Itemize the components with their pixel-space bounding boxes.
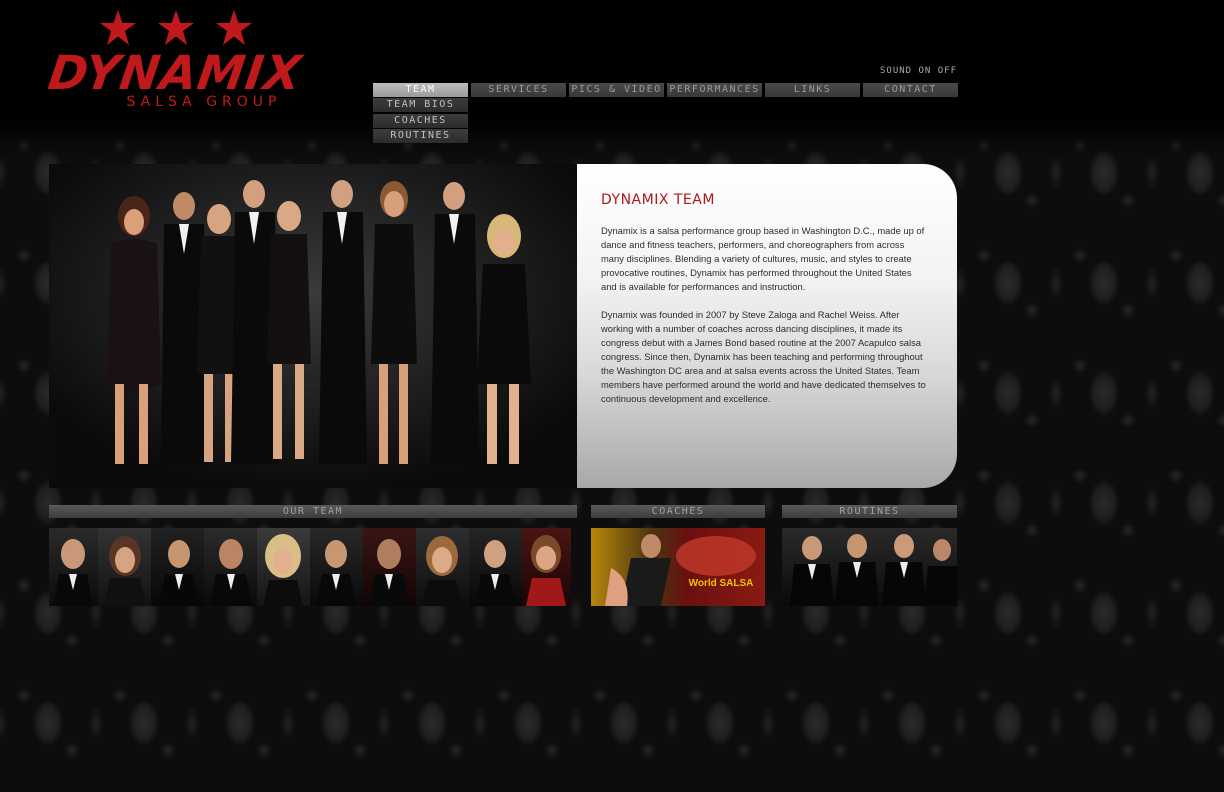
team-thumb[interactable] — [469, 528, 522, 606]
star-icon — [158, 10, 194, 45]
team-thumb[interactable] — [363, 528, 416, 606]
sound-toggle[interactable]: SOUND ON OFF — [880, 66, 957, 78]
our-team-strip — [49, 528, 577, 606]
submenu-coaches[interactable]: COACHES — [373, 114, 468, 128]
submenu-team-bios[interactable]: TEAM BIOS — [373, 98, 468, 112]
team-thumb[interactable] — [416, 528, 469, 606]
world-salsa-badge: World SALSA — [688, 578, 754, 589]
star-icon — [216, 10, 252, 45]
team-thumb[interactable] — [257, 528, 310, 606]
routines-thumb[interactable] — [782, 528, 957, 606]
team-thumb[interactable] — [310, 528, 363, 606]
our-team-header: OUR TEAM — [49, 505, 577, 518]
routines-strip — [782, 528, 957, 606]
team-thumb[interactable] — [98, 528, 151, 606]
nav-services[interactable]: SERVICES — [471, 83, 566, 97]
logo-subtitle: SALSA GROUP — [126, 94, 282, 110]
panel-paragraph-history: Dynamix was founded in 2007 by Steve Zal… — [601, 309, 926, 404]
nav-contact[interactable]: CONTACT — [863, 83, 958, 97]
logo-wordmark: DYNAMIX — [44, 46, 306, 101]
coaches-header: COACHES — [591, 505, 765, 518]
logo-stars — [100, 10, 252, 45]
nav-pics-video[interactable]: PICS & VIDEO — [569, 83, 664, 97]
coaches-thumb[interactable]: World SALSA — [591, 528, 765, 606]
team-thumb[interactable] — [204, 528, 257, 606]
background-fade — [0, 118, 1224, 158]
dynamix-logo[interactable]: DYNAMIX SALSA GROUP — [44, 8, 306, 110]
routines-header: ROUTINES — [782, 505, 957, 518]
team-thumb[interactable] — [151, 528, 204, 606]
team-photo — [49, 164, 577, 488]
team-info-panel: DYNAMIX TEAM Dynamix is a salsa performa… — [577, 164, 957, 488]
team-thumb[interactable] — [49, 528, 98, 606]
panel-title: DYNAMIX TEAM — [601, 192, 715, 208]
coaches-strip: World SALSA — [591, 528, 765, 606]
nav-performances[interactable]: PERFORMANCES — [667, 83, 762, 97]
panel-paragraph-intro: Dynamix is a salsa performance group bas… — [601, 225, 925, 292]
star-icon — [100, 10, 136, 45]
team-photo-illustration — [49, 164, 577, 488]
nav-team[interactable]: TEAM — [373, 83, 468, 97]
nav-links[interactable]: LINKS — [765, 83, 860, 97]
submenu-routines[interactable]: ROUTINES — [373, 129, 468, 143]
team-thumb[interactable] — [522, 528, 571, 606]
